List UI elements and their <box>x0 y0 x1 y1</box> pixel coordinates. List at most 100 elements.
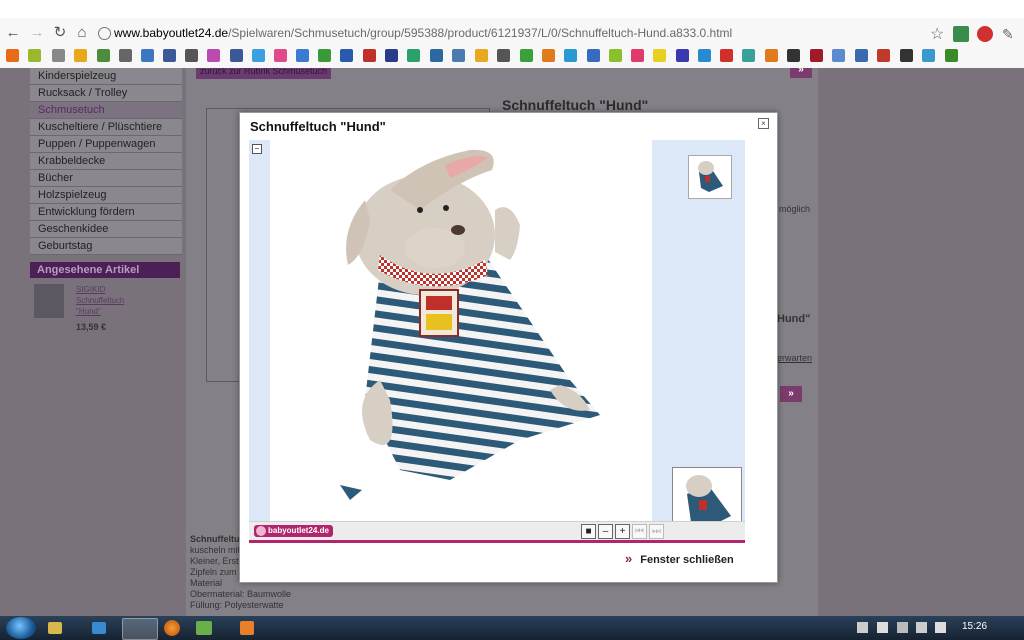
sidebar-item[interactable]: Kinderspielzeug <box>30 68 182 85</box>
sidebar-item[interactable]: Bücher <box>30 170 182 187</box>
first-image-icon[interactable]: ⏮ <box>632 524 647 539</box>
tray-arrow-icon[interactable] <box>857 622 868 633</box>
bookmark-icon[interactable] <box>564 49 577 62</box>
bookmark-icon[interactable] <box>163 49 176 62</box>
back-to-category-link[interactable]: zurück zur Rubrik Schmusetuch <box>196 68 332 79</box>
bookmark-icon[interactable] <box>520 49 533 62</box>
sidebar-item[interactable]: Puppen / Puppenwagen <box>30 136 182 153</box>
taskbar-clock[interactable]: 15:26 <box>962 621 987 632</box>
bookmark-icon[interactable] <box>274 49 287 62</box>
review-link[interactable]: erwarten <box>777 353 812 364</box>
chrome-taskbar-button[interactable] <box>122 618 158 640</box>
notepad-icon[interactable] <box>196 621 212 635</box>
sidebar-item[interactable]: Kuscheltiere / Plüschtiere <box>30 119 182 136</box>
bookmark-icon[interactable] <box>296 49 309 62</box>
sidebar-item-active[interactable]: Schmusetuch <box>30 102 182 119</box>
recently-viewed-heading: Angesehene Artikel <box>30 262 180 278</box>
bookmark-icon[interactable] <box>945 49 958 62</box>
flag-icon[interactable] <box>877 622 888 633</box>
image-viewer: – babyoutlet24.de ■ – + ⏮ ⏭ <box>249 140 745 543</box>
zoom-in-icon[interactable]: + <box>615 524 630 539</box>
users-icon[interactable] <box>92 622 106 634</box>
bookmark-icon[interactable] <box>52 49 65 62</box>
related-product-title: Hund" <box>777 313 811 325</box>
sidebar-item[interactable]: Rucksack / Trolley <box>30 85 182 102</box>
recently-viewed-link[interactable]: SIGIKID Schnuffeltuch "Hund" <box>76 284 124 317</box>
firefox-icon[interactable] <box>164 620 180 636</box>
sidebar-item[interactable]: Krabbeldecke <box>30 153 182 170</box>
explorer-icon[interactable] <box>48 622 62 634</box>
bookmark-icon[interactable] <box>74 49 87 62</box>
start-button-icon[interactable] <box>6 617 36 639</box>
bookmark-icon[interactable] <box>185 49 198 62</box>
bookmark-icon[interactable] <box>787 49 800 62</box>
wrench-icon[interactable]: ✎ <box>1002 26 1018 42</box>
bookmark-icon[interactable] <box>587 49 600 62</box>
address-bar[interactable]: www.babyoutlet24.de/Spielwaren/Schmusetu… <box>96 23 944 45</box>
add-to-cart-arrow[interactable]: » <box>780 386 802 402</box>
bookmark-icon[interactable] <box>385 49 398 62</box>
bookmark-icon[interactable] <box>609 49 622 62</box>
bookmark-icon[interactable] <box>765 49 778 62</box>
recently-viewed-thumbnail[interactable] <box>34 284 64 318</box>
sidebar-item[interactable]: Geschenkidee <box>30 221 182 238</box>
bookmark-icon[interactable] <box>430 49 443 62</box>
vlc-icon[interactable] <box>240 621 254 635</box>
thumbnail-image[interactable] <box>688 155 732 199</box>
sidebar-item[interactable]: Entwicklung fördern <box>30 204 182 221</box>
bookmark-icon[interactable] <box>119 49 132 62</box>
sidebar-item[interactable]: Geburtstag <box>30 238 182 255</box>
zoom-out-icon[interactable]: – <box>598 524 613 539</box>
bookmark-icon[interactable] <box>832 49 845 62</box>
product-image[interactable] <box>270 140 652 523</box>
bookmark-icon[interactable] <box>676 49 689 62</box>
bookmark-icon[interactable] <box>542 49 555 62</box>
network-icon[interactable] <box>916 622 927 633</box>
sidebar-item[interactable]: Holzspielzeug <box>30 187 182 204</box>
next-page-arrow[interactable]: » <box>790 68 812 78</box>
back-icon[interactable]: ← <box>4 24 22 42</box>
battery-icon[interactable] <box>897 622 908 633</box>
translate-extension-icon[interactable] <box>953 26 969 42</box>
bookmark-icon[interactable] <box>631 49 644 62</box>
bookmark-icon[interactable] <box>97 49 110 62</box>
babyoutlet-logo: babyoutlet24.de <box>254 525 333 537</box>
bookmark-icon[interactable] <box>207 49 220 62</box>
bookmark-icon[interactable] <box>363 49 376 62</box>
bookmark-icon[interactable] <box>6 49 19 62</box>
reload-icon[interactable]: ↻ <box>51 24 69 42</box>
bookmark-icon[interactable] <box>252 49 265 62</box>
close-window-button[interactable]: » Fenster schließen <box>625 551 734 566</box>
bookmark-icon[interactable] <box>340 49 353 62</box>
bookmark-icon[interactable] <box>230 49 243 62</box>
bookmark-icon[interactable] <box>497 49 510 62</box>
bookmark-icon[interactable] <box>922 49 935 62</box>
forward-icon[interactable]: → <box>28 24 46 42</box>
bookmark-icon[interactable] <box>452 49 465 62</box>
bookmark-icon[interactable] <box>810 49 823 62</box>
volume-icon[interactable] <box>935 622 946 633</box>
bookmark-icon[interactable] <box>877 49 890 62</box>
lightbox-close-icon[interactable]: × <box>758 118 769 129</box>
description-line: Obermaterial: Baumwolle <box>190 589 292 599</box>
bookmark-icon[interactable] <box>318 49 331 62</box>
bookmark-icon[interactable] <box>141 49 154 62</box>
bookmark-icon[interactable] <box>698 49 711 62</box>
opera-extension-icon[interactable] <box>977 26 993 42</box>
bookmark-icon[interactable] <box>475 49 488 62</box>
bookmark-icon[interactable] <box>855 49 868 62</box>
stop-icon[interactable]: ■ <box>581 524 596 539</box>
last-image-icon[interactable]: ⏭ <box>649 524 664 539</box>
bookmark-icon[interactable] <box>720 49 733 62</box>
bookmark-icon[interactable] <box>28 49 41 62</box>
recently-viewed-name-2: "Hund" <box>76 307 101 316</box>
collapse-icon[interactable]: – <box>252 144 262 154</box>
availability-text: möglich <box>779 204 811 214</box>
bookmark-icon[interactable] <box>742 49 755 62</box>
bookmark-icon[interactable] <box>653 49 666 62</box>
home-icon[interactable]: ⌂ <box>73 24 91 42</box>
bookmark-icon[interactable] <box>900 49 913 62</box>
bookmark-star-icon[interactable]: ☆ <box>930 24 944 44</box>
url-text: www.babyoutlet24.de/Spielwaren/Schmusetu… <box>114 26 733 40</box>
bookmark-icon[interactable] <box>407 49 420 62</box>
